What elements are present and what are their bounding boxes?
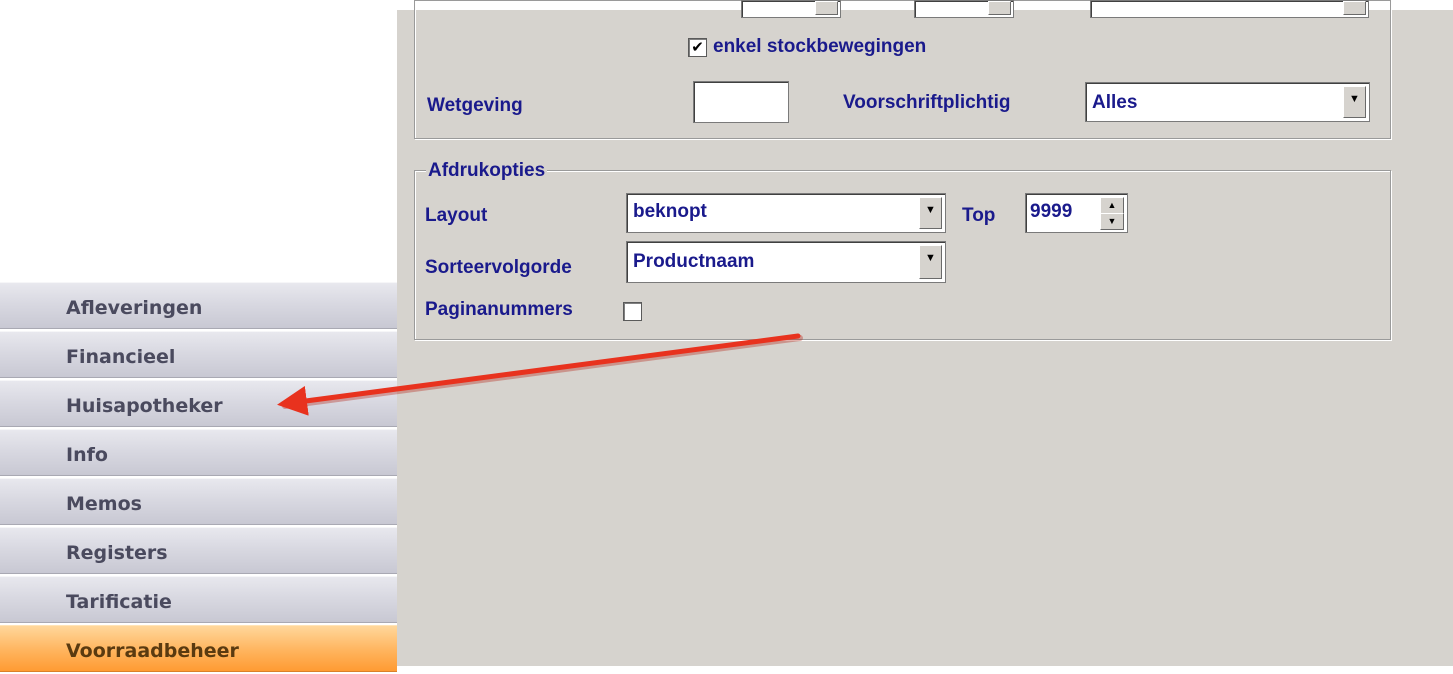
voorschrift-select[interactable]: Alles ▼	[1085, 82, 1370, 122]
layout-label: Layout	[425, 205, 488, 226]
sidebar-item-label: Financieel	[66, 346, 176, 368]
layout-select[interactable]: beknopt ▼	[626, 193, 946, 233]
sort-value: Productnaam	[633, 251, 755, 272]
sidebar-item-label: Huisapotheker	[66, 395, 223, 417]
sidebar-item-label: Voorraadbeheer	[66, 640, 239, 662]
pagina-checkbox[interactable]	[623, 302, 642, 321]
sidebar-item-huisapotheker[interactable]: Huisapotheker	[0, 380, 397, 427]
sidebar-item-label: Registers	[66, 542, 168, 564]
chevron-down-icon[interactable]: ▼	[919, 245, 942, 279]
layout-value: beknopt	[633, 201, 707, 222]
wetgeving-input[interactable]	[693, 81, 789, 123]
wetgeving-label: Wetgeving	[427, 95, 523, 116]
sidebar-item-financieel[interactable]: Financieel	[0, 331, 397, 378]
voorschrift-value: Alles	[1092, 92, 1138, 113]
check-icon: ✔	[691, 39, 704, 56]
enkel-stock-label: enkel stockbewegingen	[713, 36, 927, 57]
chevron-down-icon[interactable]: ▼	[919, 197, 942, 229]
sidebar-item-label: Tarificatie	[66, 591, 172, 613]
top-label: Top	[962, 205, 996, 226]
sidebar: Afleveringen Financieel Huisapotheker In…	[0, 282, 397, 674]
chevron-down-icon[interactable]: ▼	[1343, 86, 1366, 118]
sidebar-item-registers[interactable]: Registers	[0, 527, 397, 574]
spinner-down-icon[interactable]: ▼	[1100, 213, 1124, 230]
sort-label: Sorteervolgorde	[425, 257, 572, 278]
sidebar-item-memos[interactable]: Memos	[0, 478, 397, 525]
pagina-label: Paginanummers	[425, 299, 573, 320]
sidebar-item-info[interactable]: Info	[0, 429, 397, 476]
enkel-stock-checkbox[interactable]: ✔	[688, 38, 707, 57]
sidebar-item-label: Memos	[66, 493, 142, 515]
sidebar-item-afleveringen[interactable]: Afleveringen	[0, 282, 397, 329]
partial-field-2[interactable]	[914, 0, 1014, 18]
partial-field-1[interactable]	[741, 0, 841, 18]
sidebar-item-tarificatie[interactable]: Tarificatie	[0, 576, 397, 623]
spinner-up-icon[interactable]: ▲	[1100, 197, 1124, 214]
sidebar-item-voorraadbeheer[interactable]: Voorraadbeheer	[0, 625, 397, 672]
sidebar-item-label: Info	[66, 444, 108, 466]
partial-field-3[interactable]	[1090, 0, 1369, 18]
top-spinner[interactable]: 9999 ▲ ▼	[1025, 193, 1128, 233]
top-value: 9999	[1030, 201, 1073, 222]
voorschrift-label: Voorschriftplichtig	[843, 92, 1011, 113]
sidebar-item-label: Afleveringen	[66, 297, 203, 319]
afdrukopties-legend: Afdrukopties	[426, 160, 548, 182]
sort-select[interactable]: Productnaam ▼	[626, 241, 946, 283]
